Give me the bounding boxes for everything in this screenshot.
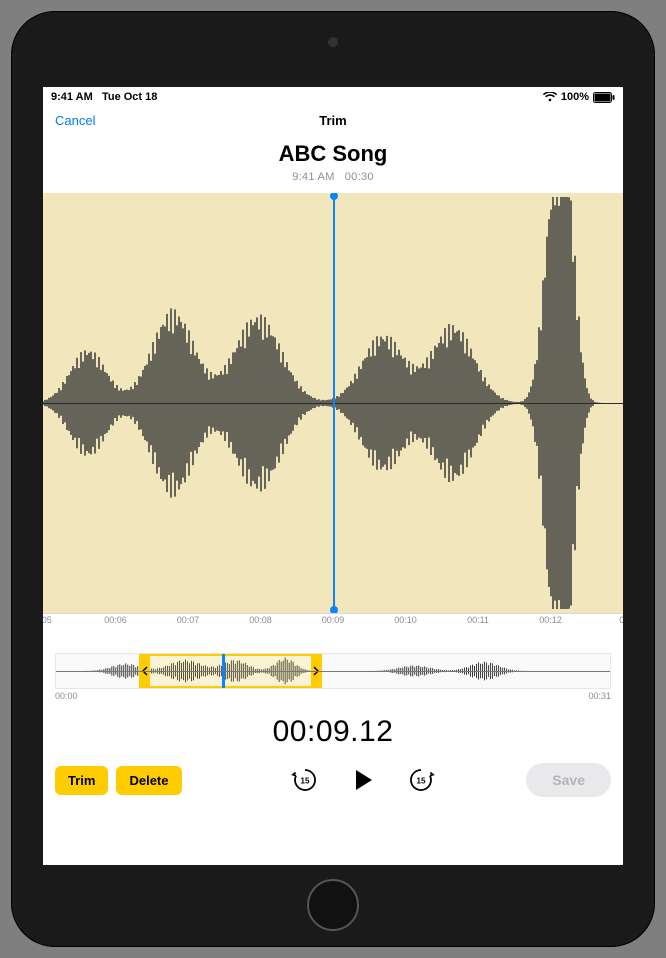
overview-start: 00:00 <box>55 691 78 701</box>
ipad-frame: 9:41 AM Tue Oct 18 100% Cancel <box>11 11 655 947</box>
screen: 9:41 AM Tue Oct 18 100% Cancel <box>43 87 623 865</box>
ruler-tick: 00:11 <box>467 615 489 625</box>
svg-text:15: 15 <box>300 777 309 786</box>
save-button[interactable]: Save <box>526 763 611 797</box>
waveform-overview[interactable] <box>55 653 611 689</box>
ruler-tick: 0: <box>619 615 623 625</box>
ruler-tick: 00:06 <box>104 615 127 625</box>
svg-text:15: 15 <box>416 777 425 786</box>
ruler-tick: 00:09 <box>322 615 345 625</box>
ruler-tick: 00:07 <box>177 615 200 625</box>
nav-bar: Cancel Trim <box>43 105 623 135</box>
seek-back-icon: 15 <box>291 766 319 794</box>
delete-button[interactable]: Delete <box>116 766 181 795</box>
ruler-tick: 00:08 <box>249 615 272 625</box>
recording-header: ABC Song 9:41 AM 00:30 <box>43 135 623 193</box>
battery-icon <box>593 92 615 103</box>
ruler-tick: 00:10 <box>394 615 417 625</box>
play-button[interactable] <box>346 763 380 797</box>
time-ruler: 0:05 00:06 00:07 00:08 00:09 00:10 00:11 00:12 0… <box>43 613 623 635</box>
seek-back-button[interactable]: 15 <box>290 765 320 795</box>
cancel-button[interactable]: Cancel <box>55 113 95 128</box>
ruler-tick: 0:05 <box>43 615 52 625</box>
waveform-large[interactable] <box>43 193 623 613</box>
battery-pct: 100% <box>561 91 589 103</box>
current-timecode: 00:09.12 <box>43 701 623 759</box>
recording-title: ABC Song <box>43 141 623 167</box>
playhead[interactable] <box>333 193 335 613</box>
seek-forward-icon: 15 <box>407 766 435 794</box>
home-button[interactable] <box>307 879 359 931</box>
overview-ruler: 00:00 00:31 <box>43 689 623 701</box>
status-bar: 9:41 AM Tue Oct 18 100% <box>43 87 623 105</box>
playhead-overview[interactable] <box>222 654 225 688</box>
status-date: Tue Oct 18 <box>102 91 157 103</box>
camera-dot <box>328 37 338 47</box>
wifi-icon <box>543 92 557 102</box>
status-time: 9:41 AM <box>51 91 93 103</box>
overview-end: 00:31 <box>588 691 611 701</box>
recording-time: 9:41 AM <box>292 171 334 183</box>
recording-duration: 00:30 <box>345 171 374 183</box>
ruler-tick: 00:12 <box>539 615 562 625</box>
nav-title: Trim <box>319 113 346 128</box>
play-icon <box>350 767 376 793</box>
seek-forward-button[interactable]: 15 <box>406 765 436 795</box>
control-bar: Trim Delete 15 <box>43 759 623 801</box>
trim-button[interactable]: Trim <box>55 766 108 795</box>
